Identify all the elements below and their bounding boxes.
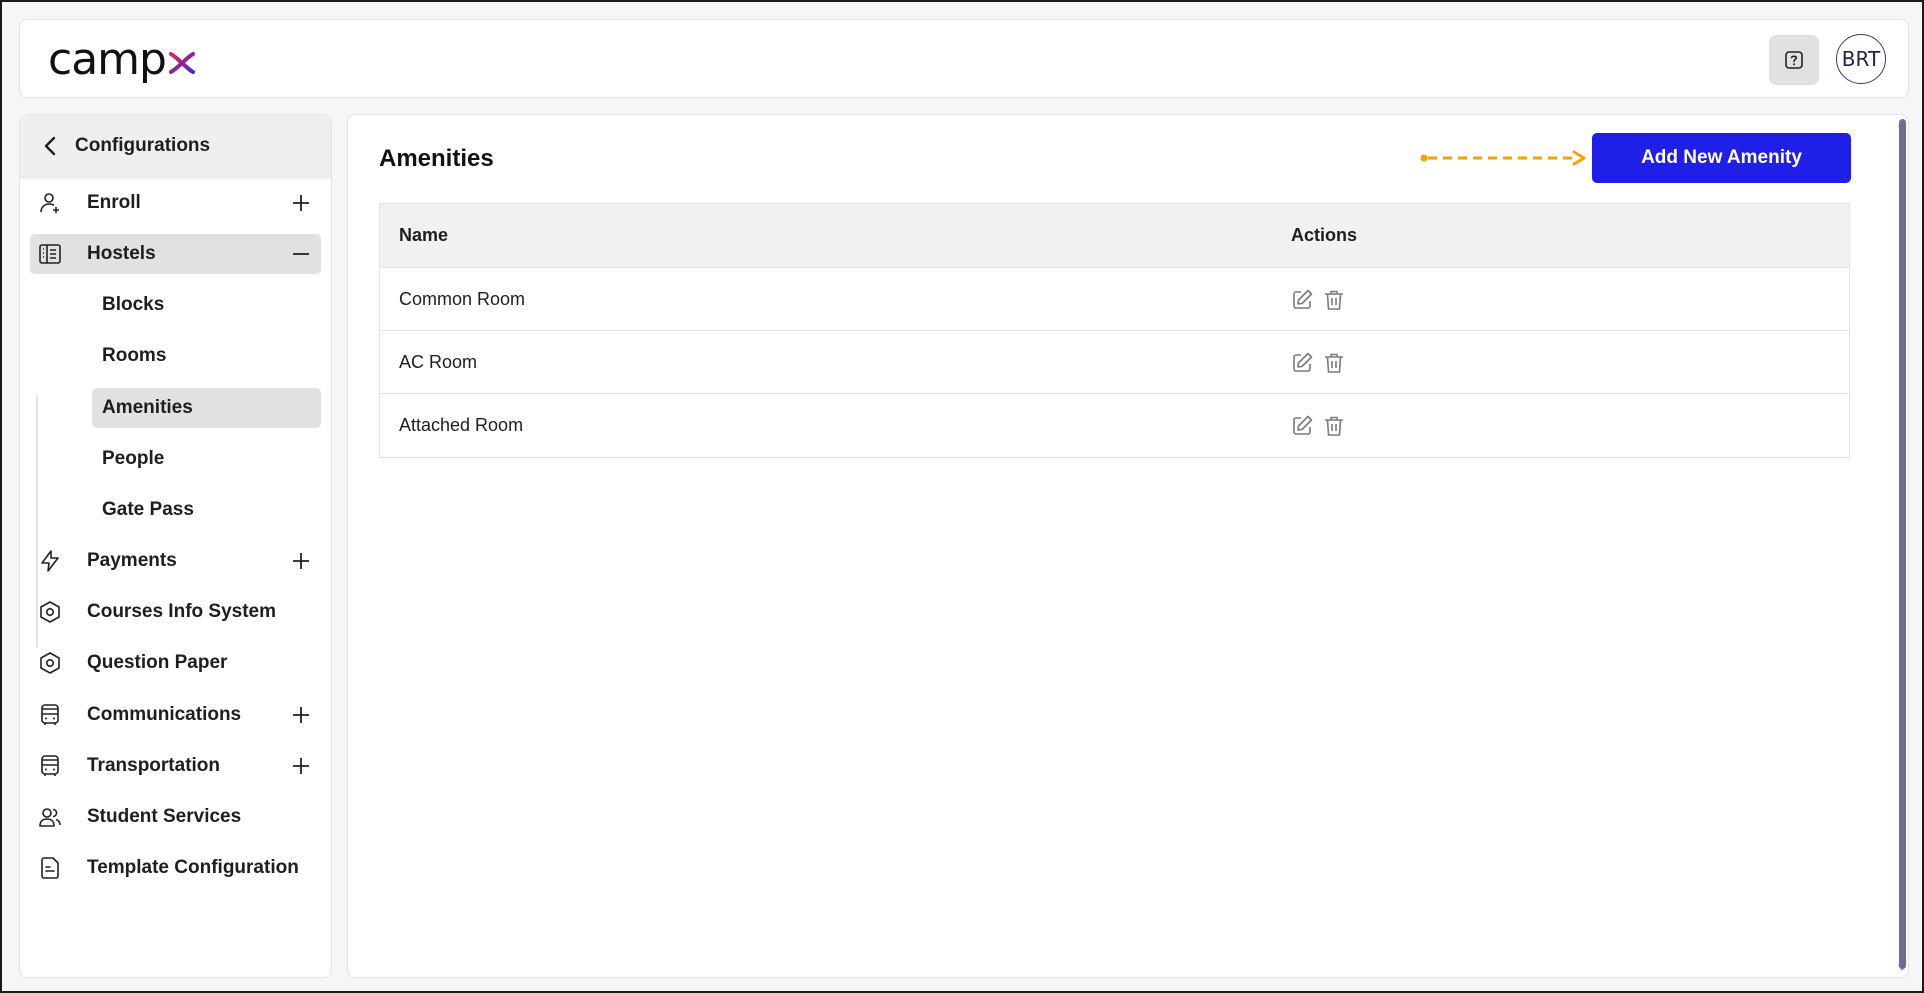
minus-icon[interactable] <box>291 244 311 264</box>
sidebar-item-label: Payments <box>87 550 177 571</box>
sidebar-title: Configurations <box>75 135 211 156</box>
bus-icon <box>41 704 59 725</box>
add-new-amenity-button[interactable]: Add New Amenity <box>1592 133 1851 183</box>
sidebar-item-label: Template Configuration <box>87 857 299 878</box>
sidebar-item-student-services[interactable]: Student Services <box>30 797 321 837</box>
bus-icon <box>41 755 59 776</box>
subitem-label: Blocks <box>102 294 165 315</box>
amenities-table: Name Actions Common Room AC Room Attache… <box>379 203 1850 458</box>
amenity-name: Attached Room <box>399 415 524 435</box>
sidebar-item-enroll[interactable]: Enroll <box>30 183 321 223</box>
edit-icon[interactable] <box>1290 351 1314 375</box>
sidebar-item-label: Student Services <box>87 806 242 827</box>
campx-logo[interactable]: camp <box>48 36 196 84</box>
building-icon <box>39 244 61 264</box>
amenity-name: Common Room <box>399 289 526 309</box>
user-avatar[interactable]: BRT <box>1836 34 1886 84</box>
plus-icon[interactable] <box>291 756 311 776</box>
scrollbar-thumb[interactable] <box>1899 119 1906 969</box>
sidebar-item-label: Transportation <box>87 755 221 776</box>
sidebar-item-template-configuration[interactable]: Template Configuration <box>30 848 321 888</box>
hexagon-icon <box>40 601 60 623</box>
amenity-name: AC Room <box>399 352 478 372</box>
sidebar-item-question-paper[interactable]: Question Paper <box>30 643 321 683</box>
plus-icon[interactable] <box>291 551 311 571</box>
help-button[interactable] <box>1769 35 1819 85</box>
sidebar-item-courses-info-system[interactable]: Courses Info System <box>30 592 321 632</box>
sidebar-item-label: Hostels <box>87 243 156 264</box>
sidebar-item-communications[interactable]: Communications <box>30 695 321 735</box>
column-header-name: Name <box>399 225 449 245</box>
subitem-label: Gate Pass <box>102 499 194 520</box>
sidebar-subitem-gate-pass[interactable]: Gate Pass <box>92 490 321 530</box>
lightning-icon <box>41 550 59 572</box>
plus-icon[interactable] <box>291 705 311 725</box>
logo-x-icon <box>168 52 195 74</box>
edit-icon[interactable] <box>1290 288 1314 312</box>
sidebar-item-label: Question Paper <box>87 652 228 673</box>
sidebar-subitem-amenities[interactable]: Amenities <box>92 388 321 428</box>
subitem-label: Amenities <box>102 397 193 418</box>
sidebar-item-label: Communications <box>87 704 242 725</box>
sidebar-subitem-people[interactable]: People <box>92 439 321 479</box>
pointer-arrow-icon <box>1420 150 1586 166</box>
table-row[interactable]: AC Room <box>380 331 1849 394</box>
app-window: camp BRT Configurations Enroll Hostels B… <box>0 0 1924 993</box>
sidebar-item-label: Courses Info System <box>87 601 276 622</box>
trash-icon[interactable] <box>1322 351 1346 375</box>
trash-icon[interactable] <box>1322 414 1346 438</box>
table-header-row: Name Actions <box>380 204 1849 268</box>
top-header: camp BRT <box>19 19 1909 98</box>
sidebar-item-hostels[interactable]: Hostels <box>30 234 321 274</box>
hexagon-icon <box>40 652 60 674</box>
users-icon <box>39 808 61 827</box>
sidebar-item-label: Enroll <box>87 192 141 213</box>
column-header-actions: Actions <box>1291 225 1358 245</box>
sidebar-subitem-blocks[interactable]: Blocks <box>92 285 321 325</box>
sidebar-item-payments[interactable]: Payments <box>30 541 321 581</box>
logo-text: camp <box>48 34 167 85</box>
trash-icon[interactable] <box>1322 288 1346 312</box>
chevron-left-icon[interactable] <box>40 135 62 157</box>
main-panel: Amenities Add New Amenity Name Actions C… <box>347 114 1909 978</box>
help-question-icon <box>1785 51 1803 69</box>
table-row[interactable]: Common Room <box>380 268 1849 331</box>
sidebar-header[interactable]: Configurations <box>20 115 331 179</box>
subitem-label: People <box>102 448 165 469</box>
table-row[interactable]: Attached Room <box>380 394 1849 457</box>
sidebar-subitem-rooms[interactable]: Rooms <box>92 336 321 376</box>
edit-icon[interactable] <box>1290 414 1314 438</box>
subitem-label: Rooms <box>102 345 167 366</box>
sidebar: Configurations Enroll Hostels Blocks Roo… <box>19 114 332 978</box>
page-title: Amenities <box>379 145 494 172</box>
user-add-icon <box>40 193 59 213</box>
sidebar-item-transportation[interactable]: Transportation <box>30 746 321 786</box>
plus-icon[interactable] <box>291 193 311 213</box>
document-icon <box>41 857 59 879</box>
